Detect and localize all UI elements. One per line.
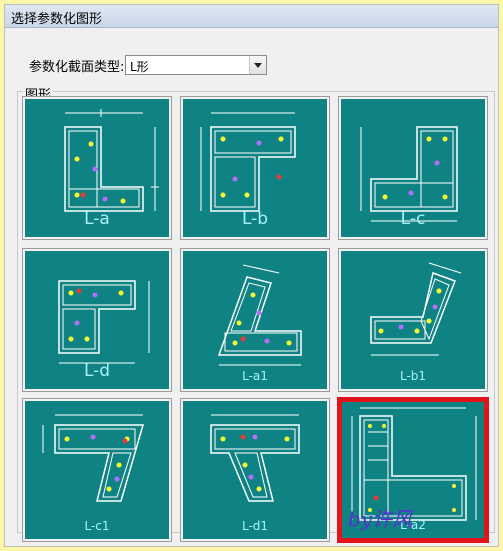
tile-caption: L-b: [241, 209, 269, 229]
shape-tile-l-c1[interactable]: L-c1: [23, 399, 171, 541]
window-title: 选择参数化图形: [11, 12, 103, 27]
shape-tile-l-c[interactable]: L-c: [339, 97, 487, 239]
tile-caption: L-d1: [241, 519, 269, 533]
shape-tile-l-d1[interactable]: L-d1: [181, 399, 329, 541]
section-type-label: 参数化截面类型:: [29, 60, 125, 75]
dialog-window: 选择参数化图形 参数化截面类型: L形 图形 L-a L-b L-c L-d L…: [4, 4, 499, 547]
tile-caption: L-d: [83, 361, 111, 381]
shape-tile-l-d[interactable]: L-d: [23, 249, 171, 391]
title-bar: 选择参数化图形: [5, 5, 498, 28]
chevron-down-icon[interactable]: [249, 56, 266, 74]
shape-tile-l-a[interactable]: L-a: [23, 97, 171, 239]
shape-tile-l-b1[interactable]: L-b1: [339, 249, 487, 391]
watermark-text: by许风: [348, 507, 413, 531]
tile-caption: L-a1: [242, 369, 268, 383]
tile-caption: L-b1: [399, 369, 427, 383]
tile-caption: L-a: [84, 209, 110, 229]
shape-tile-l-b[interactable]: L-b: [181, 97, 329, 239]
section-type-select[interactable]: L形: [125, 55, 267, 75]
tile-caption: L-c: [400, 209, 426, 229]
tile-caption: L-c1: [84, 519, 110, 533]
shape-tile-l-a1[interactable]: L-a1: [181, 249, 329, 391]
shape-tile-l-a2[interactable]: L-a2 by许风: [337, 397, 489, 543]
section-type-value: L形: [130, 60, 149, 74]
